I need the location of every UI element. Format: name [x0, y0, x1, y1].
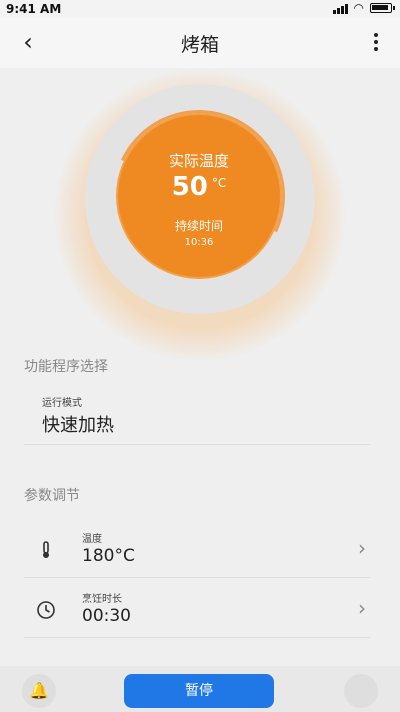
page-title: 烤箱 [180, 34, 219, 56]
app-bar: ‹ 烤箱 [0, 18, 400, 68]
duration-label: 持续时间 [174, 219, 223, 233]
bell-icon: 🔔 [29, 681, 49, 700]
program-section-title: 功能程序选择 [24, 359, 108, 375]
duration-value: 10:36 [184, 237, 214, 248]
param-row-temperature[interactable]: 温度 180°C › [24, 518, 370, 578]
mode-selector[interactable]: 运行模式 快速加热 [24, 390, 370, 445]
power-button[interactable] [344, 674, 378, 708]
chevron-right-icon: › [358, 596, 366, 620]
param-label: 温度 [82, 534, 102, 545]
more-dot-icon [374, 33, 378, 37]
more-dot-icon [374, 47, 378, 51]
thermometer-icon [43, 541, 49, 558]
more-dot-icon [374, 40, 378, 44]
temperature-unit: °C [211, 176, 227, 190]
status-icons: ◠ [332, 1, 395, 15]
mode-label: 运行模式 [42, 398, 82, 409]
mode-value: 快速加热 [42, 415, 114, 436]
status-bar: 9:41 AM ◠ [0, 0, 400, 18]
temperature-gauge: 实际温度 50 °C 持续时间 10:36 [55, 70, 345, 360]
pause-button[interactable]: 暂停 [124, 674, 274, 708]
temperature-readout: 50 °C [118, 172, 280, 202]
alarm-button[interactable]: 🔔 [22, 674, 56, 708]
bottom-action-bar: 🔔 暂停 [0, 666, 400, 712]
param-value: 00:30 [82, 606, 131, 626]
param-row-cooking-time[interactable]: 烹饪时长 00:30 › [24, 578, 370, 638]
actual-temperature-label: 实际温度 [168, 152, 229, 170]
status-time: 9:41 AM [6, 2, 62, 16]
clock-icon [37, 601, 55, 619]
more-options-button[interactable] [366, 28, 386, 56]
param-label: 烹饪时长 [82, 594, 122, 605]
wifi-icon: ◠ [353, 1, 364, 15]
params-section-title: 参数调节 [24, 488, 80, 504]
chevron-right-icon: › [358, 536, 366, 560]
param-value: 180°C [82, 546, 135, 566]
signal-icon [332, 3, 348, 14]
gauge-center: 实际温度 50 °C 持续时间 10:36 [118, 115, 280, 277]
temperature-value: 50 [171, 172, 208, 202]
battery-icon [370, 3, 395, 13]
